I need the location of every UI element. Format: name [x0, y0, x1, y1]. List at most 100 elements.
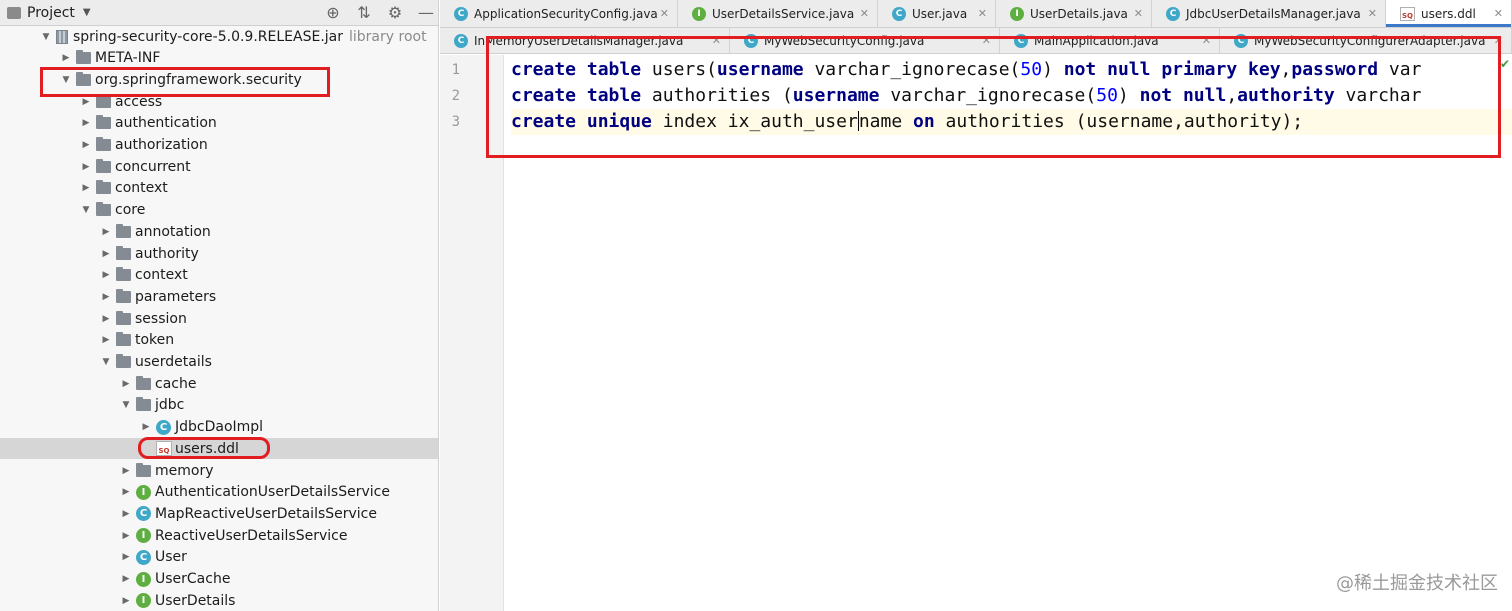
tree-item[interactable]: ▶ context [0, 178, 438, 199]
tree-item[interactable]: ▶ authority [0, 243, 438, 264]
tree-item-label: jdbc [155, 397, 185, 414]
tree-item[interactable]: ▶ I ReactiveUserDetailsService [0, 525, 438, 546]
tab-label: JdbcUserDetailsManager.java [1186, 6, 1361, 21]
gear-icon[interactable]: ⚙ [386, 0, 404, 26]
tree-item[interactable]: ▶ session [0, 308, 438, 329]
class-icon: C [156, 419, 171, 435]
collapse-arrow-icon[interactable]: ▶ [118, 552, 134, 562]
editor-tab[interactable]: I UserDetails.java ✕ [996, 0, 1152, 27]
tree-item[interactable]: ▶ annotation [0, 221, 438, 242]
collapse-arrow-icon[interactable]: ▶ [118, 466, 134, 476]
tree-item-label: concurrent [115, 158, 191, 175]
editor-tab-row-1: C ApplicationSecurityConfig.java ✕ I UserDet… [440, 0, 1512, 28]
collapse-arrow-icon[interactable]: ▶ [78, 183, 94, 193]
tree-item-label: cache [155, 375, 197, 392]
tree-item[interactable]: ▶ token [0, 330, 438, 351]
collapse-arrow-icon[interactable]: ▶ [118, 574, 134, 584]
interface-icon: I [136, 528, 151, 544]
close-icon[interactable]: ✕ [1494, 7, 1503, 20]
tree-item[interactable]: ▶ concurrent [0, 156, 438, 177]
tree-item-label: UserDetails [155, 592, 236, 609]
editor-tab[interactable]: SQ users.ddl ✕ [1386, 0, 1512, 27]
tree-item-label: MapReactiveUserDetailsService [155, 505, 377, 522]
collapse-arrow-icon[interactable]: ▶ [118, 509, 134, 519]
expand-arrow-icon[interactable]: ▼ [78, 205, 94, 215]
tab-label: UserDetails.java [1030, 6, 1128, 21]
tree-item[interactable]: ▼ jdbc [0, 395, 438, 416]
tree-item-label: User [155, 549, 187, 566]
editor-tab[interactable]: C ApplicationSecurityConfig.java ✕ [440, 0, 678, 27]
class-icon: C [136, 506, 151, 522]
project-view-selector[interactable]: Project [27, 5, 75, 21]
folder-icon [116, 354, 131, 368]
collapse-arrow-icon[interactable]: ▶ [118, 379, 134, 389]
hide-icon[interactable]: — [417, 0, 435, 26]
folder-icon [136, 375, 151, 390]
close-icon[interactable]: ✕ [1134, 7, 1143, 20]
close-icon[interactable]: ✕ [1368, 7, 1377, 20]
folder-icon [116, 332, 131, 347]
check-icon: ✔ [1499, 57, 1510, 71]
tree-item-label: authorization [115, 137, 208, 153]
tree-item-label: context [115, 180, 168, 197]
collapse-arrow-icon[interactable]: ▶ [98, 314, 114, 324]
folder-icon [96, 137, 111, 151]
chevron-down-icon[interactable]: ▼ [83, 7, 91, 18]
collapse-arrow-icon[interactable]: ▶ [78, 97, 94, 107]
collapse-arrow-icon[interactable]: ▶ [138, 422, 154, 432]
collapse-arrow-icon[interactable]: ▶ [118, 596, 134, 606]
tree-item-label: JdbcDaoImpl [175, 419, 264, 436]
tree-item[interactable]: ▶ memory [0, 460, 438, 481]
crosshair-icon[interactable]: ⊕ [324, 0, 342, 26]
editor-tab[interactable]: I UserDetailsService.java ✕ [678, 0, 878, 27]
interface-icon: I [1010, 6, 1024, 21]
close-icon[interactable]: ✕ [660, 7, 669, 20]
tree-item[interactable]: ▶ C JdbcDaoImpl [0, 417, 438, 438]
folder-icon [116, 310, 131, 325]
tree-item[interactable]: ▼ spring-security-core-5.0.9.RELEASE.jar l… [0, 26, 438, 47]
tree-item-label: parameters [135, 288, 217, 305]
tree-item-label: authentication [115, 115, 217, 132]
collapse-arrow-icon[interactable]: ▶ [78, 162, 94, 172]
tree-item-label: core [115, 202, 146, 219]
tree-item[interactable]: ▶ I UserCache [0, 569, 438, 590]
folder-icon [96, 202, 111, 217]
collapse-arrow-icon[interactable]: ▶ [118, 487, 134, 497]
tree-item[interactable]: ▶ authorization [0, 135, 438, 156]
collapse-arrow-icon[interactable]: ▶ [98, 227, 114, 237]
editor-tab[interactable]: C User.java ✕ [878, 0, 996, 27]
editor-tab[interactable]: C JdbcUserDetailsManager.java ✕ [1152, 0, 1386, 27]
tree-item[interactable]: ▶ META-INF [0, 48, 438, 69]
expand-arrow-icon[interactable]: ▼ [38, 32, 54, 42]
collapse-icon[interactable]: ⇅ [355, 0, 373, 26]
collapse-arrow-icon[interactable]: ▶ [98, 292, 114, 302]
tree-item[interactable]: ▼ core [0, 200, 438, 221]
collapse-arrow-icon[interactable]: ▶ [118, 531, 134, 541]
tree-item[interactable]: ▼ userdetails [0, 352, 438, 373]
tree-item[interactable]: ▶ I AuthenticationUserDetailsService [0, 482, 438, 503]
collapse-arrow-icon[interactable]: ▶ [98, 335, 114, 345]
expand-arrow-icon[interactable]: ▼ [98, 357, 114, 367]
collapse-arrow-icon[interactable]: ▶ [98, 249, 114, 259]
folder-icon [116, 245, 131, 260]
collapse-arrow-icon[interactable]: ▶ [78, 118, 94, 128]
highlight-package-box [40, 67, 330, 97]
tree-item[interactable]: ▶ C User [0, 547, 438, 568]
collapse-arrow-icon[interactable]: ▶ [98, 270, 114, 280]
close-icon[interactable]: ✕ [860, 7, 869, 20]
folder-icon [96, 115, 111, 130]
close-icon[interactable]: ✕ [978, 7, 987, 20]
line-number: 3 [451, 114, 460, 130]
class-icon: C [454, 6, 468, 21]
tree-item[interactable]: ▶ authentication [0, 113, 438, 134]
collapse-arrow-icon[interactable]: ▶ [58, 53, 74, 63]
expand-arrow-icon[interactable]: ▼ [118, 400, 134, 410]
folder-icon [96, 180, 111, 195]
tree-item[interactable]: ▶ parameters [0, 286, 438, 307]
jar-icon [56, 29, 68, 44]
tree-item[interactable]: ▶ context [0, 265, 438, 286]
tree-item[interactable]: ▶ C MapReactiveUserDetailsService [0, 503, 438, 524]
tree-item[interactable]: ▶ cache [0, 373, 438, 394]
tree-item[interactable]: ▶ I UserDetails [0, 590, 438, 611]
collapse-arrow-icon[interactable]: ▶ [78, 140, 94, 150]
